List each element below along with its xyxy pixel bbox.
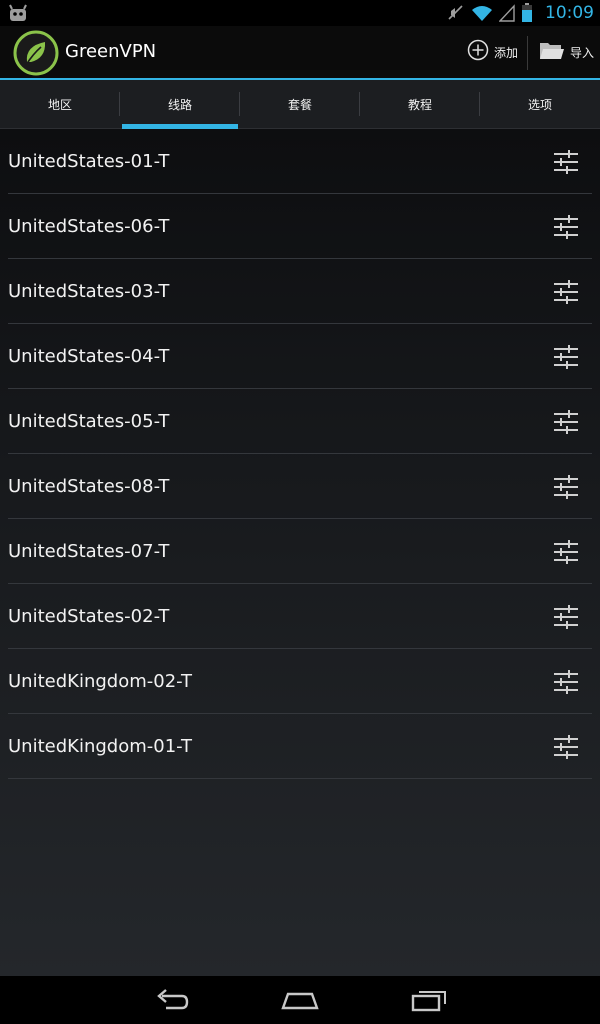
server-row[interactable]: UnitedStates-02-T [8, 584, 592, 649]
settings-sliders-icon[interactable] [552, 278, 580, 306]
server-name: UnitedStates-02-T [8, 605, 170, 627]
server-row[interactable]: UnitedStates-07-T [8, 519, 592, 584]
server-list-container: UnitedStates-01-T UnitedStates-06-T Unit… [0, 129, 600, 976]
mute-icon [447, 4, 465, 22]
add-button[interactable]: 添加 [467, 26, 518, 78]
server-row[interactable]: UnitedStates-04-T [8, 324, 592, 389]
app-title: GreenVPN [65, 41, 157, 62]
recent-apps-icon[interactable] [409, 984, 449, 1016]
tab-label: 选项 [527, 98, 552, 112]
folder-icon [539, 39, 565, 65]
settings-sliders-icon[interactable] [552, 473, 580, 501]
status-time: 10:09 [545, 3, 594, 23]
settings-sliders-icon[interactable] [552, 408, 580, 436]
navigation-bar [0, 976, 600, 1024]
server-name: UnitedStates-05-T [8, 410, 170, 432]
tab-label: 线路 [167, 98, 192, 112]
tab-routes[interactable]: 线路 [120, 80, 240, 129]
back-icon[interactable] [152, 984, 192, 1016]
home-icon[interactable] [280, 984, 320, 1016]
tab-plans[interactable]: 套餐 [240, 80, 360, 129]
battery-icon [521, 3, 533, 23]
app-logo-icon[interactable] [13, 30, 59, 76]
server-name: UnitedKingdom-02-T [8, 670, 192, 692]
server-list: UnitedStates-01-T UnitedStates-06-T Unit… [0, 129, 600, 779]
screen: 10:09 GreenVPN 添加 导入 地区 线路 套餐 教程 选项 Unit… [0, 0, 600, 1024]
server-name: UnitedStates-01-T [8, 150, 170, 172]
tab-label: 教程 [407, 98, 432, 112]
server-row[interactable]: UnitedStates-06-T [8, 194, 592, 259]
settings-sliders-icon[interactable] [552, 603, 580, 631]
server-name: UnitedStates-03-T [8, 280, 170, 302]
action-bar: GreenVPN 添加 导入 [0, 26, 600, 80]
settings-sliders-icon[interactable] [552, 538, 580, 566]
tab-tutorial[interactable]: 教程 [360, 80, 480, 129]
import-label: 导入 [570, 45, 595, 60]
server-name: UnitedStates-07-T [8, 540, 170, 562]
tab-region[interactable]: 地区 [0, 80, 120, 129]
action-divider [527, 36, 528, 70]
add-icon [467, 39, 489, 65]
settings-sliders-icon[interactable] [552, 148, 580, 176]
settings-sliders-icon[interactable] [552, 733, 580, 761]
tab-bar: 地区 线路 套餐 教程 选项 [0, 80, 600, 129]
add-label: 添加 [494, 45, 519, 60]
server-name: UnitedStates-08-T [8, 475, 170, 497]
signal-icon [499, 4, 515, 22]
android-icon [8, 3, 28, 23]
server-row[interactable]: UnitedStates-03-T [8, 259, 592, 324]
settings-sliders-icon[interactable] [552, 213, 580, 241]
server-name: UnitedKingdom-01-T [8, 735, 192, 757]
status-icons: 10:09 [447, 0, 594, 26]
settings-sliders-icon[interactable] [552, 668, 580, 696]
settings-sliders-icon[interactable] [552, 343, 580, 371]
server-row[interactable]: UnitedStates-08-T [8, 454, 592, 519]
import-button[interactable]: 导入 [539, 26, 594, 78]
server-row[interactable]: UnitedStates-05-T [8, 389, 592, 454]
server-name: UnitedStates-06-T [8, 215, 170, 237]
tab-label: 地区 [47, 98, 72, 112]
server-row[interactable]: UnitedStates-01-T [8, 129, 592, 194]
server-row[interactable]: UnitedKingdom-01-T [8, 714, 592, 779]
server-name: UnitedStates-04-T [8, 345, 170, 367]
server-row[interactable]: UnitedKingdom-02-T [8, 649, 592, 714]
tab-label: 套餐 [287, 98, 312, 112]
status-bar: 10:09 [0, 0, 600, 26]
tab-options[interactable]: 选项 [480, 80, 600, 129]
wifi-icon [471, 4, 493, 22]
